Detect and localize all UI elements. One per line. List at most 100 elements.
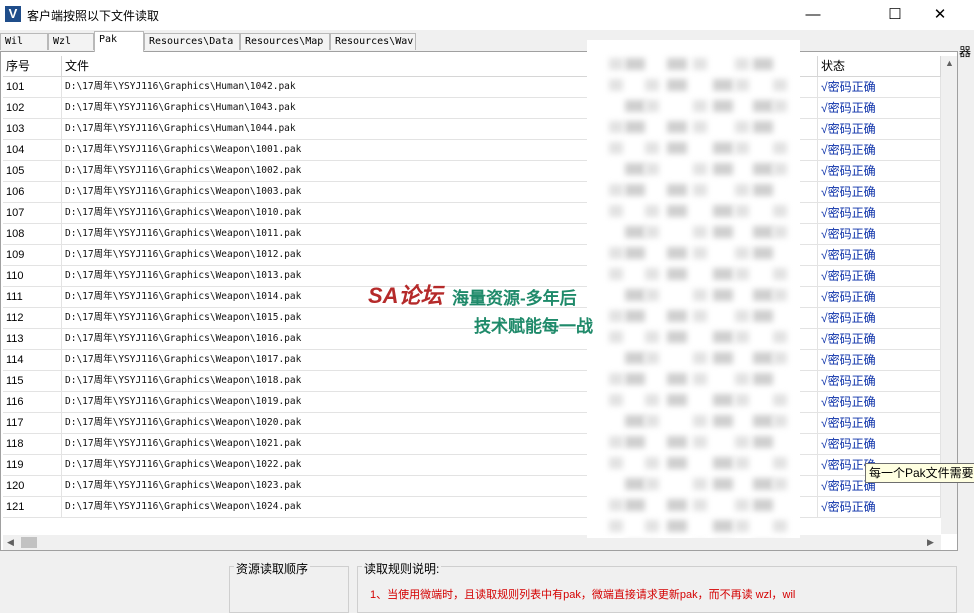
horizontal-scrollbar[interactable]: [3, 535, 941, 550]
row-index: 105: [3, 161, 62, 181]
blur-pixel: [645, 415, 659, 427]
table-row[interactable]: 115 D:\17周年\YSYJ116\Graphics\Weapon\1018.…: [3, 371, 941, 392]
blur-pixel: [693, 226, 707, 238]
table-row[interactable]: 106 D:\17周年\YSYJ116\Graphics\Weapon\1003.…: [3, 182, 941, 203]
tab-pak[interactable]: Pak: [94, 31, 144, 52]
column-header-index[interactable]: 序号: [3, 56, 62, 76]
row-status: √密码正确: [818, 182, 941, 202]
table-row[interactable]: 104 D:\17周年\YSYJ116\Graphics\Weapon\1001.…: [3, 140, 941, 161]
scroll-right-icon[interactable]: ▶: [927, 537, 934, 548]
horizontal-scroll-thumb[interactable]: [21, 537, 37, 548]
blur-pixel: [609, 247, 623, 259]
tab-resources-wav[interactable]: Resources\Wav: [330, 33, 416, 50]
blur-pixel: [667, 436, 687, 448]
tab-resources-map[interactable]: Resources\Map: [240, 33, 330, 50]
blur-pixel: [693, 436, 707, 448]
blur-pixel: [667, 247, 687, 259]
watermark-logo: SA论坛: [368, 283, 443, 308]
blur-pixel: [713, 457, 733, 469]
blur-pixel: [625, 58, 645, 70]
blur-pixel: [625, 100, 645, 112]
blur-pixel: [773, 520, 787, 532]
table-row[interactable]: 121 D:\17周年\YSYJ116\Graphics\Weapon\1024.…: [3, 497, 941, 518]
blur-pixel: [753, 247, 773, 259]
table-row[interactable]: 118 D:\17周年\YSYJ116\Graphics\Weapon\1021.…: [3, 434, 941, 455]
row-index: 114: [3, 350, 62, 370]
blur-pixel: [773, 352, 787, 364]
watermark-line-1: 海量资源-多年后: [452, 289, 577, 308]
blur-pixel: [693, 373, 707, 385]
blur-pixel: [753, 415, 773, 427]
blur-pixel: [609, 79, 623, 91]
blur-pixel: [773, 457, 787, 469]
tab-wzl[interactable]: Wzl: [48, 33, 94, 50]
column-header-status[interactable]: 状态: [818, 56, 941, 76]
blur-pixel: [609, 331, 623, 343]
tooltip: 每一个Pak文件需要: [865, 463, 974, 483]
table-row[interactable]: 101 D:\17周年\YSYJ116\Graphics\Human\1042.p…: [3, 77, 941, 98]
scroll-left-icon[interactable]: ◀: [7, 537, 14, 548]
blur-pixel: [753, 184, 773, 196]
row-status: √密码正确: [818, 371, 941, 391]
blur-pixel: [773, 331, 787, 343]
row-index: 104: [3, 140, 62, 160]
blur-pixel: [645, 205, 659, 217]
row-status: √密码正确: [818, 161, 941, 181]
table-row[interactable]: 105 D:\17周年\YSYJ116\Graphics\Weapon\1002.…: [3, 161, 941, 182]
title-bar: V 客户端按照以下文件读取 — ☐ ✕: [0, 0, 974, 30]
row-status: √密码正确: [818, 245, 941, 265]
blur-pixel: [753, 499, 773, 511]
table-row[interactable]: 120 D:\17周年\YSYJ116\Graphics\Weapon\1023.…: [3, 476, 941, 497]
blur-pixel: [609, 142, 623, 154]
tab-resources-data[interactable]: Resources\Data: [144, 33, 240, 50]
table-row[interactable]: 117 D:\17周年\YSYJ116\Graphics\Weapon\1020.…: [3, 413, 941, 434]
blur-pixel: [645, 520, 659, 532]
blur-pixel: [693, 184, 707, 196]
blur-pixel: [609, 394, 623, 406]
blur-pixel: [693, 247, 707, 259]
table-row[interactable]: 107 D:\17周年\YSYJ116\Graphics\Weapon\1010.…: [3, 203, 941, 224]
blur-pixel: [625, 415, 645, 427]
table-row[interactable]: 116 D:\17周年\YSYJ116\Graphics\Weapon\1019.…: [3, 392, 941, 413]
blur-pixel: [753, 478, 773, 490]
blur-pixel: [773, 100, 787, 112]
blur-pixel: [625, 436, 645, 448]
tab-wil[interactable]: Wil: [0, 33, 48, 50]
blur-pixel: [667, 310, 687, 322]
blur-pixel: [773, 478, 787, 490]
maximize-button[interactable]: ☐: [872, 0, 918, 30]
blur-pixel: [735, 121, 749, 133]
row-index: 116: [3, 392, 62, 412]
rules-title: 读取规则说明:: [362, 560, 442, 577]
table-row[interactable]: 113 D:\17周年\YSYJ116\Graphics\Weapon\1016.…: [3, 329, 941, 350]
blur-pixel: [735, 520, 749, 532]
table-row[interactable]: 108 D:\17周年\YSYJ116\Graphics\Weapon\1011.…: [3, 224, 941, 245]
blur-pixel: [753, 58, 773, 70]
blur-pixel: [735, 373, 749, 385]
table-row[interactable]: 109 D:\17周年\YSYJ116\Graphics\Weapon\1012.…: [3, 245, 941, 266]
minimize-button[interactable]: —: [790, 0, 836, 30]
row-index: 115: [3, 371, 62, 391]
blur-pixel: [753, 310, 773, 322]
blur-pixel: [625, 184, 645, 196]
blur-pixel: [693, 121, 707, 133]
table-row[interactable]: 102 D:\17周年\YSYJ116\Graphics\Human\1043.p…: [3, 98, 941, 119]
table-row[interactable]: 103 D:\17周年\YSYJ116\Graphics\Human\1044.p…: [3, 119, 941, 140]
blur-pixel: [735, 331, 749, 343]
close-button[interactable]: ✕: [917, 0, 963, 30]
row-index: 106: [3, 182, 62, 202]
table-row[interactable]: 119 D:\17周年\YSYJ116\Graphics\Weapon\1022.…: [3, 455, 941, 476]
table-row[interactable]: 114 D:\17周年\YSYJ116\Graphics\Weapon\1017.…: [3, 350, 941, 371]
window-title: 客户端按照以下文件读取: [27, 9, 160, 23]
blur-pixel: [713, 268, 733, 280]
blur-pixel: [625, 226, 645, 238]
blur-pixel: [753, 352, 773, 364]
row-status: √密码正确: [818, 350, 941, 370]
blur-pixel: [713, 478, 733, 490]
blur-pixel: [735, 268, 749, 280]
blur-pixel: [735, 79, 749, 91]
blur-pixel: [753, 226, 773, 238]
scroll-up-icon[interactable]: ▲: [945, 58, 954, 68]
row-index: 109: [3, 245, 62, 265]
table-row[interactable]: 112 D:\17周年\YSYJ116\Graphics\Weapon\1015.…: [3, 308, 941, 329]
